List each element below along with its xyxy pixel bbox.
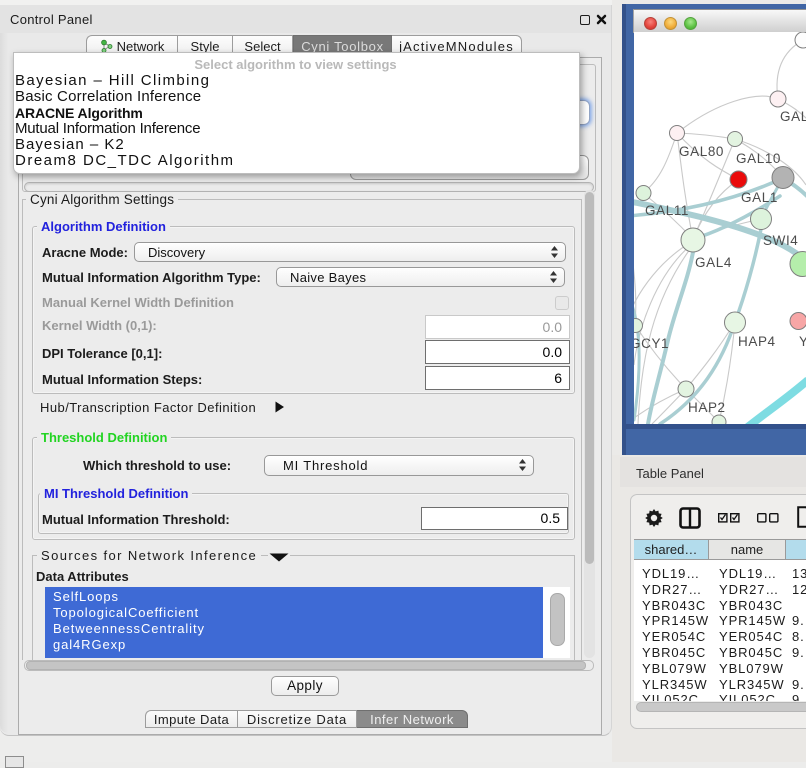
svg-text:SWI4: SWI4: [763, 233, 798, 248]
svg-text:GAL1: GAL1: [741, 190, 778, 205]
svg-text:HAP2: HAP2: [688, 400, 726, 415]
svg-text:GAL11: GAL11: [645, 203, 689, 218]
svg-text:GAL4: GAL4: [695, 255, 732, 270]
svg-text:GAL80: GAL80: [679, 144, 724, 159]
svg-text:GAL10: GAL10: [736, 151, 781, 166]
svg-text:Y: Y: [799, 334, 806, 349]
svg-text:HAP4: HAP4: [738, 334, 776, 349]
svg-text:GCY1: GCY1: [634, 336, 669, 351]
svg-text:GAL: GAL: [780, 109, 806, 124]
